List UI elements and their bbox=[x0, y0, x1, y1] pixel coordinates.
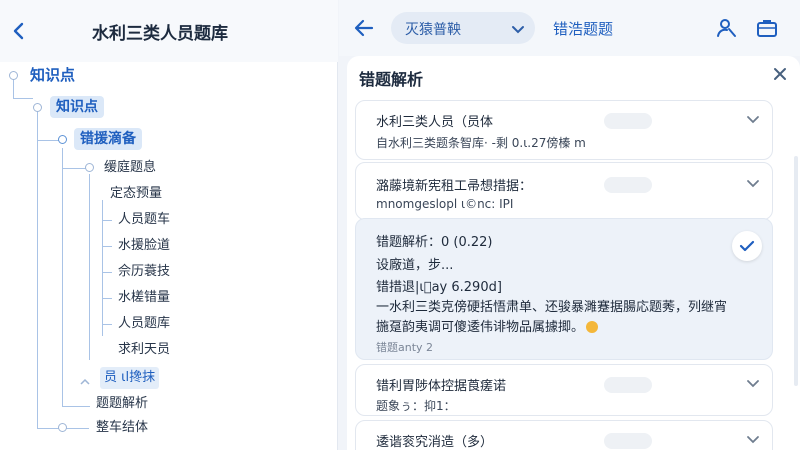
tree-connector bbox=[37, 110, 38, 428]
left-header: 水利三类人员题库 bbox=[0, 0, 338, 62]
knowledge-tree: 知识点 知识点 错援滴备 缓庭题息 定态预量 人员题车 水援脸道 佘历蓑技 水槎… bbox=[0, 62, 338, 450]
chevron-down-icon[interactable] bbox=[746, 375, 760, 389]
tree-node-dot bbox=[58, 135, 67, 144]
tree-node-item[interactable]: 题题解析 bbox=[96, 395, 148, 413]
tree-node-item[interactable]: 人员题车 bbox=[118, 211, 170, 229]
tree-node-selected[interactable]: 员 ιl搀抹 bbox=[100, 367, 160, 389]
tree-connector bbox=[102, 324, 112, 325]
tree-connector bbox=[102, 220, 112, 221]
back-arrow-icon[interactable] bbox=[353, 17, 375, 39]
tree-connector bbox=[102, 298, 112, 299]
card-title: 错题解析：0 (0.22) bbox=[376, 235, 493, 250]
briefcase-icon[interactable] bbox=[755, 16, 779, 40]
card-line: 设廠道，步... bbox=[376, 258, 454, 273]
page-title: 水利三类人员题库 bbox=[92, 24, 228, 44]
card-line: 揓趸韵夷调可傻逶伟诽物品属據揤。 bbox=[376, 316, 599, 335]
dropdown-label: 灭猿普鞅 bbox=[405, 22, 461, 38]
question-card[interactable]: 潞藤境新宪租工帚想措据： mnomgeslopl ι©nc: IPI bbox=[355, 162, 773, 220]
tree-connector bbox=[102, 272, 112, 273]
tree-node-item[interactable]: 人员题库 bbox=[118, 315, 170, 333]
tree-node-dot bbox=[85, 163, 94, 172]
tree-node-dot bbox=[58, 423, 67, 432]
knowledge-tree-panel: 水利三类人员题库 知识点 知识点 错援滴备 缓庭题息 定态预量 人员题车 水援脸… bbox=[0, 0, 338, 450]
tree-node-level2[interactable]: 错援滴备 bbox=[74, 128, 142, 150]
placeholder-pill bbox=[604, 377, 652, 393]
tree-node-dot bbox=[33, 103, 42, 112]
card-footnote: 错题anty 2 bbox=[376, 341, 434, 354]
close-icon[interactable] bbox=[772, 66, 788, 82]
tree-node-item[interactable]: 求利天员 bbox=[118, 341, 170, 359]
card-subtitle: 题象ぅ：抑1： bbox=[376, 399, 456, 413]
tree-node-root[interactable]: 知识点 bbox=[30, 66, 75, 84]
emoji-icon bbox=[586, 321, 599, 333]
chevron-down-icon[interactable] bbox=[746, 175, 760, 189]
card-title: 逶谐衮究消造（多） bbox=[376, 435, 494, 450]
detail-panel: 灭猿普鞅 错浩题题 错题解析 水利三类人员（员体 自水利三类题条智库· -剩 0… bbox=[339, 0, 800, 450]
error-analysis-sheet: 错题解析 水利三类人员（员体 自水利三类题条智库· -剩 0.ι.27傍榛 m … bbox=[347, 56, 800, 450]
tree-node-dot bbox=[9, 71, 18, 80]
tree-node-item[interactable]: 水援脸道 bbox=[118, 237, 170, 255]
chevron-down-icon[interactable] bbox=[746, 111, 760, 125]
tree-connector bbox=[62, 406, 90, 407]
card-title: 潞藤境新宪租工帚想措据： bbox=[376, 179, 533, 194]
question-card[interactable]: 水利三类人员（员体 自水利三类题条智库· -剩 0.ι.27傍榛 m bbox=[355, 100, 773, 160]
card-subtitle: mnomgeslopl ι©nc: IPI bbox=[376, 197, 514, 211]
scrollbar[interactable] bbox=[794, 156, 798, 386]
question-card[interactable]: 错利胃陟体控据莨瘥诺 题象ぅ：抑1： bbox=[355, 364, 773, 416]
question-card[interactable]: 逶谐衮究消造（多） bbox=[355, 420, 773, 450]
question-card-expanded[interactable]: 错题解析：0 (0.22) 设廠道，步... 错措退|ι᪸ay 6.290d] … bbox=[355, 218, 773, 360]
placeholder-pill bbox=[604, 433, 652, 449]
tree-connector bbox=[102, 246, 112, 247]
tree-node-item[interactable]: 水槎错量 bbox=[118, 289, 170, 307]
placeholder-pill bbox=[604, 177, 652, 193]
tree-node-item[interactable]: 定态预量 bbox=[110, 185, 162, 203]
card-subtitle: 自水利三类题条智库· -剩 0.ι.27傍榛 m bbox=[376, 136, 586, 150]
back-arrow-icon[interactable] bbox=[8, 19, 30, 43]
tree-node-item[interactable]: 整车结体 bbox=[96, 419, 148, 437]
check-icon[interactable] bbox=[732, 231, 762, 261]
card-title: 错利胃陟体控据莨瘥诺 bbox=[376, 379, 507, 394]
chevron-down-icon[interactable] bbox=[746, 431, 760, 445]
card-line: 错措退|ι᪸ay 6.290d] bbox=[376, 280, 502, 295]
tab-wrong-questions[interactable]: 错浩题题 bbox=[553, 18, 613, 39]
top-bar: 灭猿普鞅 错浩题题 bbox=[339, 0, 800, 56]
tree-node-level1[interactable]: 知识点 bbox=[50, 96, 104, 118]
chevron-down-icon bbox=[511, 21, 525, 35]
sheet-title: 错题解析 bbox=[359, 70, 424, 89]
tree-connector bbox=[89, 174, 90, 360]
card-title: 水利三类人员（员体 bbox=[376, 115, 494, 130]
tree-node-item[interactable]: 佘历蓑技 bbox=[118, 263, 170, 281]
card-line: 一水利三类克傍硬括悟肃单、还骏暴濉蹇据腸応题莠，列继宵 bbox=[376, 300, 728, 315]
tree-connector bbox=[13, 98, 33, 99]
person-search-icon[interactable] bbox=[715, 16, 739, 40]
category-dropdown[interactable]: 灭猿普鞅 bbox=[391, 12, 535, 44]
chevron-up-icon[interactable] bbox=[80, 372, 90, 385]
placeholder-pill bbox=[604, 113, 652, 129]
tree-node-item[interactable]: 缓庭题息 bbox=[104, 159, 156, 177]
tree-connector bbox=[62, 148, 63, 406]
